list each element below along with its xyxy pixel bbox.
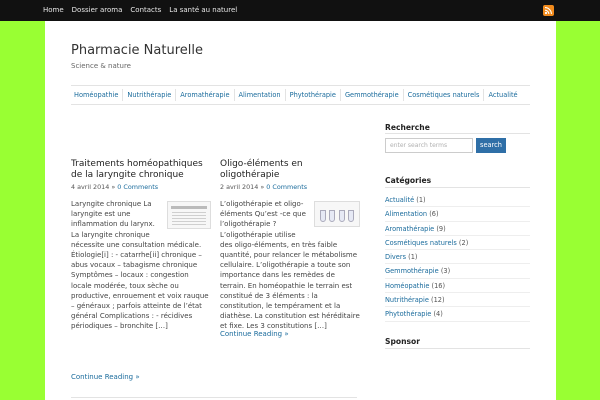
- category-item[interactable]: Actualité (1): [385, 193, 530, 208]
- category-item[interactable]: Alimentation (6): [385, 207, 530, 222]
- nav-item-phytotherapie[interactable]: Phytothérapie: [284, 89, 340, 101]
- category-item[interactable]: Homéopathie (16): [385, 279, 530, 294]
- post-thumbnail[interactable]: [314, 201, 360, 227]
- nav-item-nutritherapie[interactable]: Nutrithérapie: [122, 89, 175, 101]
- widget-divider: [385, 348, 530, 349]
- category-list: Actualité (1) Alimentation (6) Aromathér…: [385, 193, 530, 322]
- post-divider: [71, 397, 357, 398]
- top-bar: Home Dossier aroma Contacts La santé au …: [0, 0, 600, 21]
- post-comments-link[interactable]: 0 Comments: [266, 183, 307, 191]
- nav-item-actualite[interactable]: Actualité: [483, 89, 521, 101]
- widget-divider: [385, 187, 530, 188]
- meta-separator: »: [111, 183, 116, 191]
- top-nav: Home Dossier aroma Contacts La santé au …: [43, 0, 245, 21]
- post-date: 2 avril 2014: [220, 183, 259, 191]
- search-button[interactable]: search: [476, 138, 506, 153]
- search-widget-title: Recherche: [385, 123, 430, 132]
- post-laryngite: Traitements homéopathiques de la laryngi…: [71, 159, 211, 332]
- continue-reading-link[interactable]: Continue Reading »: [220, 330, 289, 338]
- top-nav-contacts[interactable]: Contacts: [130, 0, 161, 21]
- post-title[interactable]: Oligo-éléments en oligothérapie: [220, 159, 360, 181]
- sponsor-widget-title: Sponsor: [385, 337, 421, 346]
- post-meta: 2 avril 2014 » 0 Comments: [220, 183, 360, 191]
- post-title[interactable]: Traitements homéopathiques de la laryngi…: [71, 159, 211, 181]
- top-nav-dossier-aroma[interactable]: Dossier aroma: [72, 0, 123, 21]
- top-nav-home[interactable]: Home: [43, 0, 64, 21]
- category-item[interactable]: Aromathérapie (9): [385, 222, 530, 236]
- continue-reading-link[interactable]: Continue Reading »: [71, 373, 140, 381]
- category-item[interactable]: Cosmétiques naturels (2): [385, 236, 530, 251]
- category-item[interactable]: Nutrithérapie (12): [385, 293, 530, 308]
- search-input[interactable]: enter search terms: [385, 138, 473, 153]
- top-nav-sante-naturel[interactable]: La santé au naturel: [169, 0, 237, 21]
- page-container: Pharmacie Naturelle Science & nature Hom…: [45, 21, 556, 400]
- post-comments-link[interactable]: 0 Comments: [117, 183, 158, 191]
- post-excerpt: L’oligothérapie et oligo-éléments Qu’est…: [220, 199, 360, 332]
- nav-item-homeopathie[interactable]: Homéopathie: [71, 89, 122, 101]
- category-item[interactable]: Divers (1): [385, 250, 530, 265]
- meta-separator: »: [260, 183, 265, 191]
- post-date: 4 avril 2014: [71, 183, 110, 191]
- category-item[interactable]: Gemmothérapie (3): [385, 264, 530, 279]
- nav-item-aromatherapie[interactable]: Aromathérapie: [175, 89, 233, 101]
- nav-item-alimentation[interactable]: Alimentation: [233, 89, 285, 101]
- nav-item-gemmotherapie[interactable]: Gemmothérapie: [339, 89, 403, 101]
- post-excerpt: Laryngite chronique La laryngite est une…: [71, 199, 211, 332]
- categories-widget-title: Catégories: [385, 176, 432, 185]
- category-item[interactable]: Phytothérapie (4): [385, 307, 530, 322]
- rss-icon[interactable]: [543, 5, 554, 16]
- post-thumbnail[interactable]: [167, 201, 211, 229]
- nav-item-cosmetiques[interactable]: Cosmétiques naturels: [402, 89, 484, 101]
- main-nav: Homéopathie Nutrithérapie Aromathérapie …: [71, 85, 530, 105]
- widget-divider: [385, 133, 530, 134]
- site-title[interactable]: Pharmacie Naturelle: [71, 43, 203, 58]
- post-meta: 4 avril 2014 » 0 Comments: [71, 183, 211, 191]
- post-oligo-elements: Oligo-éléments en oligothérapie 2 avril …: [220, 159, 360, 332]
- site-description: Science & nature: [71, 62, 131, 70]
